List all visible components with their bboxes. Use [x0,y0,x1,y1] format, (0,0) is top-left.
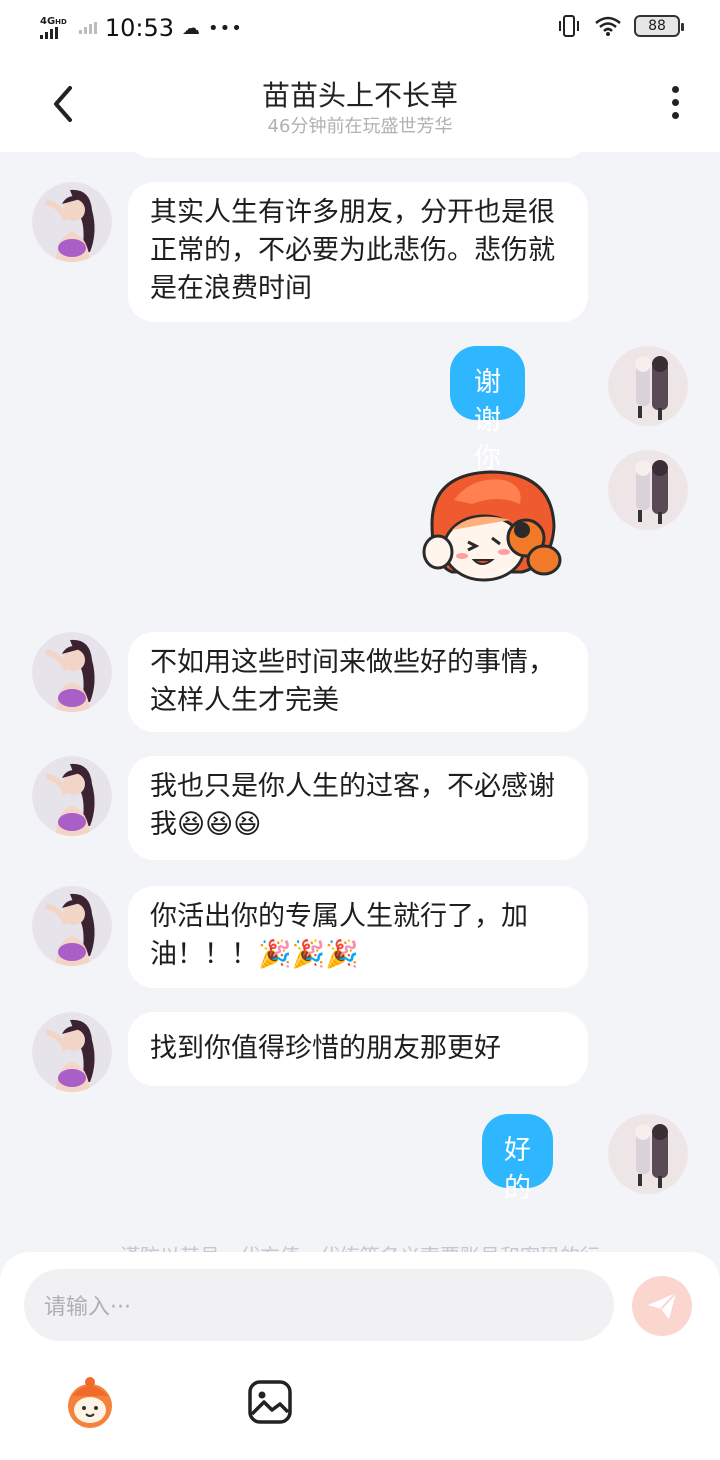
party-emoji: 🎉🎉🎉 [258,939,359,970]
signal-icon-2 [78,22,97,34]
contact-name: 苗苗头上不长草 [261,79,458,112]
my-avatar[interactable] [608,346,688,426]
message-bubble[interactable]: 其实人生有许多朋友，分开也是很正常的，不必要为此悲伤。悲伤就是在浪费时间 [128,182,588,322]
more-notifications-icon: ••• [208,17,243,39]
battery-level: 88 [648,18,666,34]
partial-message-bubble [128,152,588,158]
signal-icon [40,27,67,39]
message-list[interactable]: 其实人生有许多朋友，分开也是很正常的，不必要为此悲伤。悲伤就是在浪费时间 谢谢你 [0,152,720,1252]
message-bubble[interactable]: 找到你值得珍惜的朋友那更好 [128,1012,588,1086]
mascot-hug-sticker[interactable] [412,464,568,590]
wifi-icon [595,16,621,36]
contact-avatar[interactable] [32,1012,112,1092]
message-input[interactable]: 请输入··· [24,1269,614,1341]
contact-avatar[interactable] [32,182,112,262]
more-icon[interactable] [670,86,680,126]
my-message-bubble[interactable]: 好的 [482,1114,553,1204]
message-bubble[interactable]: 我也只是你人生的过客，不必感谢我😆😆😆 [128,756,588,860]
send-button[interactable] [632,1276,692,1336]
vibrate-icon [559,15,579,37]
input-placeholder: 请输入··· [44,1295,131,1320]
contact-status: 46分钟前在玩盛世芳华 [267,116,453,137]
my-avatar[interactable] [608,450,688,530]
network-indicator: 4GHD [40,17,67,39]
composer: 请输入··· [0,1252,720,1460]
contact-avatar[interactable] [32,756,112,836]
my-message-bubble[interactable]: 谢谢你 [450,346,525,474]
status-bar: 4GHD 10:53 ☁ ••• 88 [0,0,720,56]
my-avatar[interactable] [608,1114,688,1194]
network-hd: HD [55,18,67,26]
image-icon[interactable] [242,1374,298,1430]
message-bubble[interactable]: 你活出你的专属人生就行了，加油！！！🎉🎉🎉 [128,886,588,988]
mascot-emoji-icon[interactable] [62,1374,118,1430]
message-bubble[interactable]: 不如用这些时间来做些好的事情，这样人生才完美 [128,632,588,732]
network-type: 4G [40,16,56,27]
contact-avatar[interactable] [32,632,112,712]
laugh-emoji: 😆😆😆 [177,809,262,840]
cloud-icon: ☁ [182,17,201,39]
chat-header: 苗苗头上不长草 46分钟前在玩盛世芳华 [0,56,720,152]
contact-avatar[interactable] [32,886,112,966]
battery-icon: 88 [634,15,684,37]
send-icon [648,1292,677,1319]
status-time: 10:53 [104,14,175,42]
